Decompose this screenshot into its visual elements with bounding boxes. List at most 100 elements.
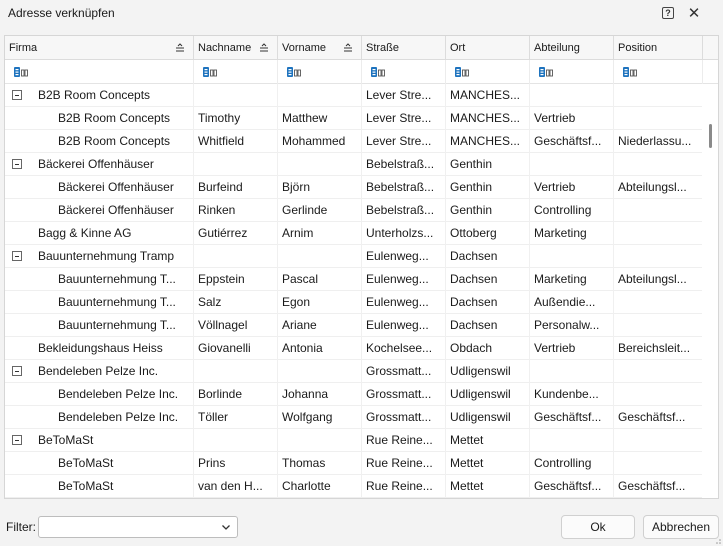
table-row-group[interactable]: Bagg & Kinne AG Gutiérrez Arnim Unterholzs.… xyxy=(5,222,703,245)
cell-vorname xyxy=(278,153,362,176)
cell-text: Bauunternehmung T... xyxy=(58,272,176,286)
table-row[interactable]: Bendeleben Pelze Inc. Töller Wolfgang Gross… xyxy=(5,406,703,429)
cancel-button[interactable]: Abbrechen xyxy=(643,515,719,539)
cell-text: Dachsen xyxy=(450,249,498,263)
column-header-vorname[interactable]: Vorname xyxy=(278,36,362,60)
cell-vorname xyxy=(278,84,362,107)
filter-cell-strasse[interactable] xyxy=(362,60,446,84)
table-row[interactable]: Bäckerei Offenhäuser Burfeind Björn Bebelst… xyxy=(5,176,703,199)
table-row[interactable]: B2B Room Concepts Timothy Matthew Lever Str… xyxy=(5,107,703,130)
cell-vorname: Gerlinde xyxy=(278,199,362,222)
sort-ascending-icon[interactable] xyxy=(259,43,269,53)
cell-ort: Ottoberg xyxy=(446,222,530,245)
collapse-icon[interactable] xyxy=(12,251,22,261)
filter-cell-nachname[interactable] xyxy=(194,60,278,84)
cell-firma: B2B Room Concepts xyxy=(5,84,194,107)
collapse-icon[interactable] xyxy=(12,435,22,445)
collapse-icon[interactable] xyxy=(12,366,22,376)
table-row[interactable]: Bauunternehmung T... Völlnagel Ariane Eulen… xyxy=(5,314,703,337)
cell-text: Bendeleben Pelze Inc. xyxy=(38,364,159,378)
table-row[interactable]: Bäckerei Offenhäuser Rinken Gerlinde Bebels… xyxy=(5,199,703,222)
cell-abteilung: Marketing xyxy=(530,222,614,245)
cell-text: Rue Reine... xyxy=(366,433,433,447)
cell-text: Ariane xyxy=(282,318,317,332)
sort-ascending-icon[interactable] xyxy=(175,43,185,53)
cell-text: Bekleidungshaus Heiss xyxy=(38,341,163,355)
cell-vorname xyxy=(278,245,362,268)
cell-nachname: Rinken xyxy=(194,199,278,222)
resize-grip-icon[interactable] xyxy=(714,537,722,545)
filter-cell-ort[interactable] xyxy=(446,60,530,84)
cell-text: Geschäftsf... xyxy=(534,410,602,424)
cell-text: BeToMaSt xyxy=(38,433,94,447)
cell-nachname: Prins xyxy=(194,452,278,475)
cell-nachname: Töller xyxy=(194,406,278,429)
cell-vorname: Arnim xyxy=(278,222,362,245)
cell-text: Controlling xyxy=(534,456,592,470)
cell-abteilung: Vertrieb xyxy=(530,337,614,360)
cell-text: Arnim xyxy=(282,226,314,240)
cell-firma: BeToMaSt xyxy=(5,429,194,452)
table-row[interactable]: Bendeleben Pelze Inc. Borlinde Johanna Gros… xyxy=(5,383,703,406)
vertical-scrollbar[interactable] xyxy=(702,84,718,498)
cell-firma: Bendeleben Pelze Inc. xyxy=(5,383,194,406)
abc-text-filter-icon xyxy=(287,67,301,77)
cell-text: Whitfield xyxy=(198,134,245,148)
column-header-ort[interactable]: Ort xyxy=(446,36,530,60)
cell-vorname: Johanna xyxy=(278,383,362,406)
cell-text: Außendie... xyxy=(534,295,596,309)
table-row-group[interactable]: Bauunternehmung Tramp Eulenweg... Dachsen xyxy=(5,245,703,268)
table-row-group[interactable]: Bekleidungshaus Heiss Giovanelli Antonia Ko… xyxy=(5,337,703,360)
abc-text-filter-icon xyxy=(623,67,637,77)
table-row[interactable]: B2B Room Concepts Whitfield Mohammed Lever … xyxy=(5,130,703,153)
filter-cell-vorname[interactable] xyxy=(278,60,362,84)
cell-text: Vertrieb xyxy=(534,111,576,125)
cell-text: Bendeleben Pelze Inc. xyxy=(58,410,179,424)
table-row[interactable]: Bauunternehmung T... Eppstein Pascal Eulenw… xyxy=(5,268,703,291)
column-header-position[interactable]: Position xyxy=(614,36,703,60)
cell-text: Geschäftsf... xyxy=(534,134,602,148)
filter-cell-position[interactable] xyxy=(614,60,703,84)
cell-nachname xyxy=(194,360,278,383)
cell-text: Geschäftsf... xyxy=(618,479,686,493)
grid-filter-row xyxy=(5,60,718,84)
cell-ort: Udligenswil xyxy=(446,360,530,383)
cell-text: Bäckerei Offenhäuser xyxy=(58,203,174,217)
table-row-group[interactable]: Bäckerei Offenhäuser Bebelstraß... Genthin xyxy=(5,153,703,176)
filter-dropdown[interactable] xyxy=(38,516,238,538)
table-row-group[interactable]: B2B Room Concepts Lever Stre... MANCHES... xyxy=(5,84,703,107)
ok-button[interactable]: Ok xyxy=(561,515,635,539)
cell-position xyxy=(614,245,703,268)
cell-text: Thomas xyxy=(282,456,326,470)
scrollbar-thumb[interactable] xyxy=(709,124,712,148)
collapse-icon[interactable] xyxy=(12,159,22,169)
cell-ort: Dachsen xyxy=(446,314,530,337)
table-row[interactable]: BeToMaSt Prins Thomas Rue Reine... Mettet Con… xyxy=(5,452,703,475)
cell-position xyxy=(614,291,703,314)
column-header-firma[interactable]: Firma xyxy=(5,36,194,60)
column-header-strasse[interactable]: Straße xyxy=(362,36,446,60)
sort-ascending-icon[interactable] xyxy=(343,43,353,53)
close-button[interactable]: ✕ xyxy=(685,4,703,22)
cell-strasse: Lever Stre... xyxy=(362,84,446,107)
cell-text: Bauunternehmung T... xyxy=(58,318,176,332)
table-row[interactable]: BeToMaSt van den H... Charlotte Rue Reine..… xyxy=(5,475,703,498)
cell-text: Mettet xyxy=(450,433,484,447)
filter-cell-firma[interactable] xyxy=(5,60,194,84)
table-row[interactable]: Bauunternehmung T... Salz Egon Eulenweg... D… xyxy=(5,291,703,314)
cell-text: Antonia xyxy=(282,341,323,355)
table-row-group[interactable]: Bendeleben Pelze Inc. Grossmatt... Udligen… xyxy=(5,360,703,383)
collapse-icon[interactable] xyxy=(12,90,22,100)
abc-text-filter-icon xyxy=(14,67,28,77)
cell-text: Marketing xyxy=(534,226,587,240)
table-row-group[interactable]: BeToMaSt Rue Reine... Mettet xyxy=(5,429,703,452)
filter-cell-abteilung[interactable] xyxy=(530,60,614,84)
cell-text: Töller xyxy=(198,410,229,424)
cell-text: Bauunternehmung T... xyxy=(58,295,176,309)
column-header-label: Nachname xyxy=(198,42,252,54)
help-button[interactable]: ? xyxy=(659,4,677,22)
column-header-nachname[interactable]: Nachname xyxy=(194,36,278,60)
column-header-abteilung[interactable]: Abteilung xyxy=(530,36,614,60)
cell-ort: MANCHES... xyxy=(446,107,530,130)
abc-text-filter-icon xyxy=(539,67,553,77)
